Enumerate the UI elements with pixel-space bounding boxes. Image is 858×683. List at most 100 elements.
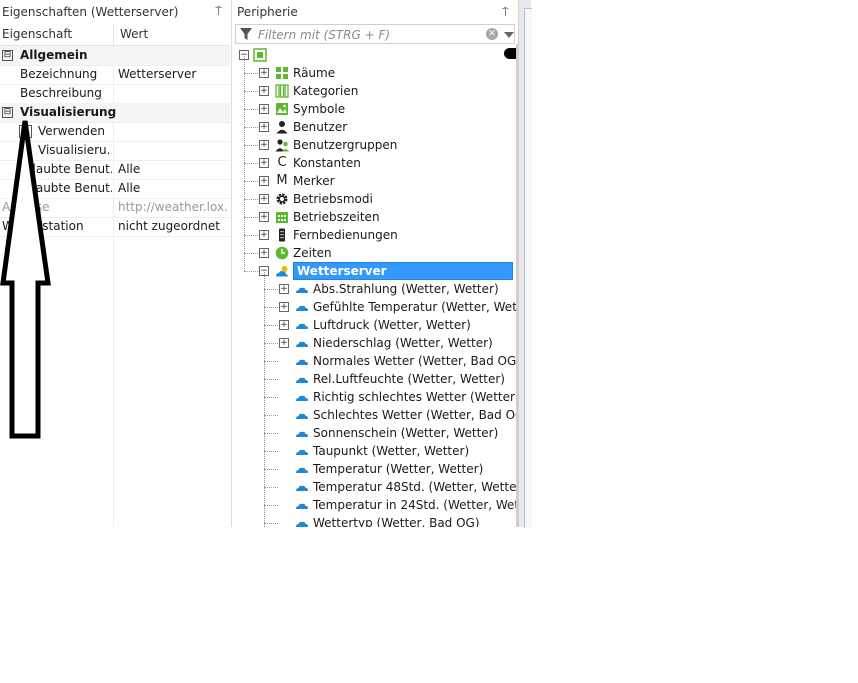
cloud-icon	[296, 503, 308, 509]
weather-item[interactable]: Wettertyp (Wetter, Bad OG)	[279, 514, 516, 527]
cloud-icon	[296, 431, 308, 437]
weather-item[interactable]: Sonnenschein (Wetter, Wetter)	[279, 424, 516, 442]
tree-node-betriebsmodi[interactable]: + Betriebsmodi	[259, 190, 515, 208]
tree-node-symbole[interactable]: + Symbole	[259, 100, 515, 118]
user-icon	[276, 121, 288, 134]
expand-toggle-icon[interactable]: +	[259, 86, 269, 96]
expand-toggle-icon[interactable]: +	[259, 158, 269, 168]
tree-node-label: Wetterserver	[293, 262, 513, 280]
weather-item-label: Sonnenschein (Wetter, Wetter)	[313, 426, 499, 440]
expand-toggle-icon[interactable]: +	[259, 176, 269, 186]
expand-toggle-icon[interactable]: +	[259, 212, 269, 222]
expand-toggle-icon[interactable]: +	[259, 194, 269, 204]
peripherie-tree: − + Räume + Kategorien + Symbole + Benutzer + Ben…	[232, 0, 516, 527]
tree-root[interactable]: −	[237, 46, 507, 64]
tree-node-label: Betriebsmodi	[293, 192, 373, 206]
tree-guide-line	[244, 91, 258, 92]
tree-node-label: Kategorien	[293, 84, 359, 98]
calendar-icon	[276, 212, 288, 223]
expand-toggle-icon[interactable]: +	[279, 284, 289, 294]
tree-node-label: Konstanten	[293, 156, 361, 170]
tree-node-label: Merker	[293, 174, 335, 188]
column-header-value[interactable]: Wert	[120, 24, 148, 45]
expand-toggle-icon[interactable]: +	[279, 302, 289, 312]
tree-node-label: Zeiten	[293, 246, 332, 260]
tree-guide-line	[264, 523, 278, 524]
cloud-icon	[296, 395, 308, 401]
tree-node-benutzer[interactable]: + Benutzer	[259, 118, 515, 136]
symbols-icon	[276, 103, 288, 115]
tree-guide-line	[244, 181, 258, 182]
weather-item-label: Schlechtes Wetter (Wetter, Bad OG)	[313, 408, 516, 422]
expand-toggle-icon[interactable]: +	[279, 320, 289, 330]
expand-toggle-icon[interactable]: +	[259, 140, 269, 150]
category-label: Allgemein	[20, 48, 88, 62]
collapse-toggle-icon[interactable]: ⊟	[2, 107, 13, 118]
weather-item[interactable]: Temperatur in 24Std. (Wetter, Wetter)	[279, 496, 516, 514]
weather-item[interactable]: Temperatur 48Std. (Wetter, Wetter)	[279, 478, 516, 496]
property-value[interactable]: nicht zugeordnet	[118, 217, 228, 236]
tree-guide-line	[244, 271, 258, 272]
redacted-root-name	[504, 48, 516, 59]
column-separator[interactable]	[113, 24, 114, 45]
tree-guide-line	[264, 397, 278, 398]
weather-item-label: Wettertyp (Wetter, Bad OG)	[313, 516, 480, 527]
tree-node-räume[interactable]: + Räume	[259, 64, 515, 82]
tree-node-label: Symbole	[293, 102, 346, 116]
pin-icon[interactable]: ⍑	[215, 0, 222, 24]
adjacent-panel-edge	[518, 0, 532, 528]
weather-item[interactable]: Schlechtes Wetter (Wetter, Bad OG)	[279, 406, 516, 424]
tree-node-konstanten[interactable]: + C Konstanten	[259, 154, 515, 172]
property-value[interactable]: Alle	[118, 179, 228, 198]
memory-flag-icon: M	[276, 173, 288, 188]
tree-node-kategorien[interactable]: + Kategorien	[259, 82, 515, 100]
tree-guide-line	[244, 217, 258, 218]
property-row-name[interactable]: Bezeichnung Wetterserver	[0, 65, 230, 85]
tree-guide-line	[244, 73, 258, 74]
category-general[interactable]: ⊟ Allgemein	[0, 46, 230, 66]
expand-toggle-icon[interactable]: +	[279, 338, 289, 348]
weather-item[interactable]: Temperatur (Wetter, Wetter)	[279, 460, 516, 478]
weather-icon	[276, 266, 288, 277]
tree-node-fernbedienungen[interactable]: + Fernbedienungen	[259, 226, 515, 244]
tree-node-zeiten[interactable]: + Zeiten	[259, 244, 515, 262]
expand-toggle-icon[interactable]: +	[259, 122, 269, 132]
collapse-toggle-icon[interactable]: ⊟	[2, 50, 13, 61]
expand-toggle-icon[interactable]: +	[259, 68, 269, 78]
property-value: http://weather.lox...	[118, 200, 228, 214]
tree-node-merker[interactable]: + M Merker	[259, 172, 515, 190]
tree-guide-line	[264, 487, 278, 488]
weather-item[interactable]: Richtig schlechtes Wetter (Wetter, Bad	[279, 388, 516, 406]
weather-item[interactable]: + Niederschlag (Wetter, Wetter)	[279, 334, 516, 352]
expand-toggle-icon[interactable]: +	[259, 230, 269, 240]
property-row-description[interactable]: Beschreibung	[0, 84, 230, 104]
weather-item[interactable]: Normales Wetter (Wetter, Bad OG)	[279, 352, 516, 370]
tree-node-wetterserver[interactable]: − Wetterserver	[259, 262, 515, 280]
column-header-key[interactable]: Eigenschaft	[2, 24, 72, 45]
weather-item[interactable]: + Gefühlte Temperatur (Wetter, Wetter)	[279, 298, 516, 316]
cloud-icon	[296, 359, 308, 365]
weather-item[interactable]: Taupunkt (Wetter, Wetter)	[279, 442, 516, 460]
property-value[interactable]: Wetterserver	[118, 65, 228, 84]
property-value[interactable]: Alle	[118, 160, 228, 179]
weather-item-label: Richtig schlechtes Wetter (Wetter, Bad	[313, 390, 516, 404]
cloud-icon	[296, 485, 308, 491]
tree-guide-line	[264, 469, 278, 470]
tree-node-benutzergruppen[interactable]: + Benutzergruppen	[259, 136, 515, 154]
expand-toggle-icon[interactable]: +	[259, 248, 269, 258]
tree-node-betriebszeiten[interactable]: + Betriebszeiten	[259, 208, 515, 226]
cloud-icon	[296, 323, 308, 329]
tree-guide-line	[264, 451, 278, 452]
weather-item[interactable]: + Abs.Strahlung (Wetter, Wetter)	[279, 280, 516, 298]
gear-icon	[276, 193, 288, 205]
tree-guide-line	[244, 109, 258, 110]
property-key: Beschreibung	[20, 86, 102, 100]
expand-toggle-icon[interactable]: +	[259, 104, 269, 114]
weather-item[interactable]: Rel.Luftfeuchte (Wetter, Wetter)	[279, 370, 516, 388]
constants-icon: C	[277, 155, 287, 170]
tree-guide-line	[264, 361, 278, 362]
weather-item[interactable]: + Luftdruck (Wetter, Wetter)	[279, 316, 516, 334]
weather-item-label: Normales Wetter (Wetter, Bad OG)	[313, 354, 516, 368]
clock-icon	[275, 246, 289, 260]
tree-node-label: Betriebszeiten	[293, 210, 380, 224]
